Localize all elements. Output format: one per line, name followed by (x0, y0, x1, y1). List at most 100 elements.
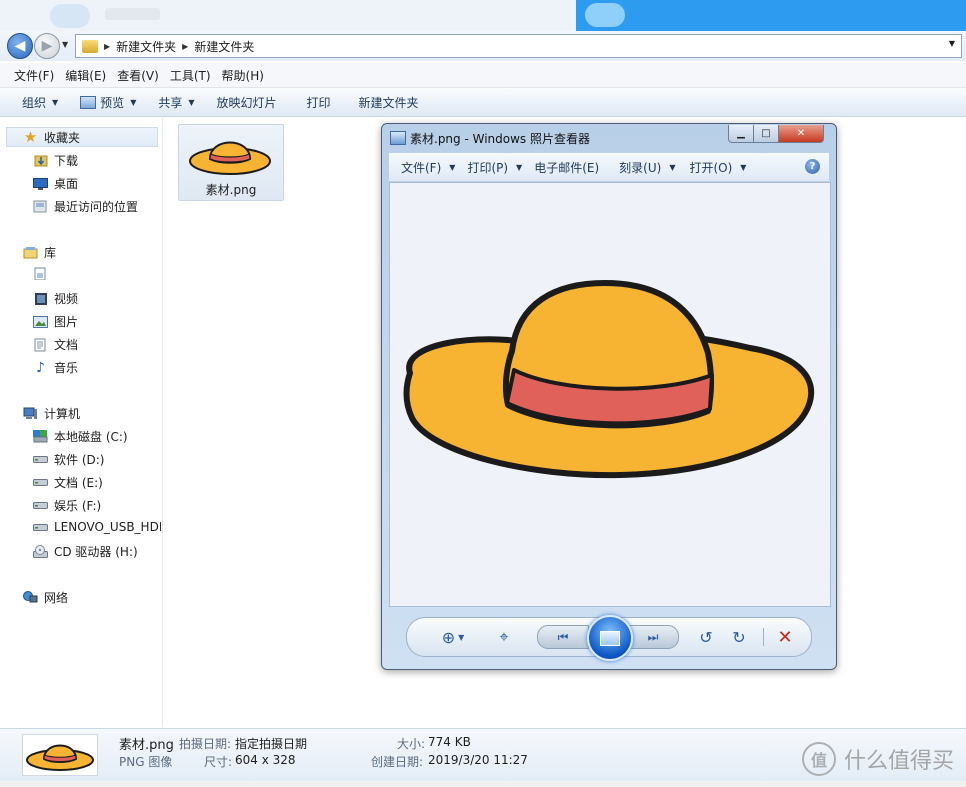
nav-drive-d[interactable]: 软件 (D:) (33, 451, 104, 468)
nav-library-unnamed[interactable] (33, 267, 54, 280)
forward-button[interactable]: ▶ (34, 33, 60, 59)
nav-drive-usb[interactable]: LENOVO_USB_HDD (33, 520, 161, 534)
nav-libraries[interactable]: 库 (23, 244, 56, 261)
dimensions-value: 604 x 328 (235, 753, 296, 767)
created-value: 2019/3/20 11:27 (428, 753, 528, 767)
arrow-left-icon: ◀ (14, 38, 26, 54)
minimize-icon: ▁ (737, 128, 745, 139)
new-folder-button[interactable]: 新建文件夹 (359, 94, 419, 111)
rotate-right-button[interactable]: ↻ (725, 618, 753, 656)
minimize-button[interactable]: ▁ (728, 125, 754, 143)
nav-label: LENOVO_USB_HDD (54, 520, 161, 534)
nav-favorites[interactable]: ★ 收藏夹 (6, 127, 158, 147)
status-bar (0, 781, 966, 787)
chevron-down-icon[interactable]: ▼ (949, 39, 955, 48)
nav-videos[interactable]: 视频 (33, 290, 78, 307)
menu-tools[interactable]: 工具(T) (156, 67, 211, 84)
nav-drive-e[interactable]: 文档 (E:) (33, 474, 103, 491)
desktop-icon (33, 177, 48, 190)
watermark-text: 什么值得买 (843, 749, 954, 774)
preview-button[interactable]: 预览 ▼ (80, 94, 136, 111)
nav-label: 库 (44, 246, 57, 260)
nav-label: 文档 (54, 338, 79, 352)
date-taken-value[interactable]: 指定拍摄日期 (235, 735, 307, 752)
next-button[interactable]: ⏭ (627, 625, 679, 649)
menu-edit[interactable]: 编辑(E) (51, 67, 106, 84)
nav-drive-h[interactable]: CD 驱动器 (H:) (33, 543, 138, 560)
back-button[interactable]: ◀ (7, 33, 33, 59)
nav-drive-c[interactable]: 本地磁盘 (C:) (33, 428, 128, 445)
nav-network[interactable]: 网络 (23, 589, 68, 606)
network-icon (23, 591, 38, 604)
chevron-down-icon: ▼ (449, 162, 456, 172)
viewer-menu-label: 打印(P) (467, 160, 509, 175)
nav-drive-f[interactable]: 娱乐 (F:) (33, 497, 101, 514)
close-icon: ✕ (796, 128, 806, 139)
history-dropdown-icon[interactable]: ▼ (62, 40, 68, 49)
library-icon (23, 246, 38, 259)
actual-size-button[interactable]: ⌖ (489, 618, 519, 656)
zoom-button[interactable]: ⊕ ▼ (433, 618, 473, 656)
rotate-cw-icon: ↻ (732, 627, 746, 647)
nav-downloads[interactable]: 下载 (33, 152, 78, 169)
blurred-icon (585, 3, 625, 27)
previous-button[interactable]: ⏮ (537, 625, 589, 649)
nav-label: 桌面 (54, 177, 79, 191)
music-icon: ♪ (36, 359, 45, 376)
rotate-left-button[interactable]: ↺ (692, 618, 720, 656)
address-bar[interactable]: ▶ 新建文件夹 ▶ 新建文件夹 ▼ (75, 34, 962, 58)
pictures-icon (33, 315, 48, 328)
file-item[interactable]: 素材.png (178, 124, 284, 201)
nav-music[interactable]: ♪ 音乐 (33, 359, 78, 376)
nav-label: 网络 (44, 591, 69, 605)
command-bar: 组织 ▼ 预览 ▼ 共享 ▼ 放映幻灯片 打印 新建文件夹 (0, 88, 966, 117)
recent-places-icon (33, 200, 48, 213)
chevron-down-icon: ▼ (740, 162, 747, 172)
menu-bar: 文件(F) 编辑(E) 查看(V) 工具(T) 帮助(H) (0, 63, 966, 88)
menu-help[interactable]: 帮助(H) (208, 67, 264, 84)
computer-icon (23, 407, 38, 420)
file-name: 素材.png (205, 183, 257, 197)
share-button[interactable]: 共享 ▼ (158, 94, 194, 111)
nav-label: 视频 (54, 292, 79, 306)
next-icon: ⏭ (647, 629, 659, 644)
viewer-menu-label: 刻录(U) (619, 160, 662, 175)
viewer-menu-burn[interactable]: 刻录(U) ▼ (619, 159, 675, 176)
watermark-logo: 值 (801, 742, 836, 776)
zoom-icon: ⊕ (441, 627, 456, 647)
chevron-down-icon: ▼ (516, 162, 523, 172)
viewer-menu-email[interactable]: 电子邮件(E) (534, 159, 599, 176)
maximize-button[interactable]: □ (753, 125, 779, 143)
nav-label: 文档 (E:) (54, 476, 103, 490)
menu-view[interactable]: 查看(V) (103, 67, 159, 84)
organize-button[interactable]: 组织 ▼ (22, 94, 58, 111)
delete-icon: ✕ (777, 626, 793, 648)
nav-pictures[interactable]: 图片 (33, 313, 78, 330)
close-button[interactable]: ✕ (778, 125, 824, 143)
nav-label: 图片 (54, 315, 79, 329)
help-icon[interactable]: ? (805, 159, 820, 174)
nav-label: 娱乐 (F:) (54, 499, 102, 513)
delete-button[interactable]: ✕ (771, 618, 799, 656)
fit-window-icon: ⌖ (499, 627, 509, 646)
breadcrumb-item[interactable]: 新建文件夹 (110, 38, 182, 55)
size-value: 774 KB (428, 735, 471, 749)
viewer-menu-file[interactable]: 文件(F) ▼ (401, 159, 455, 176)
menu-file[interactable]: 文件(F) (0, 67, 54, 84)
viewer-menu-open[interactable]: 打开(O) ▼ (689, 159, 746, 176)
address-row: ◀ ▶ ▼ ▶ 新建文件夹 ▶ 新建文件夹 ▼ (0, 31, 966, 61)
print-button[interactable]: 打印 (307, 94, 331, 111)
image-display[interactable] (389, 182, 831, 607)
nav-desktop[interactable]: 桌面 (33, 175, 78, 192)
breadcrumb-item[interactable]: 新建文件夹 (188, 38, 260, 55)
details-filetype: PNG 图像 (119, 755, 173, 769)
arrow-right-icon: ▶ (41, 38, 53, 54)
nav-documents[interactable]: 文档 (33, 336, 78, 353)
play-slideshow-button[interactable] (587, 615, 633, 661)
video-icon (33, 292, 48, 305)
nav-computer[interactable]: 计算机 (23, 405, 80, 422)
slideshow-button[interactable]: 放映幻灯片 (217, 94, 277, 111)
viewer-menu-print[interactable]: 打印(P) ▼ (467, 159, 522, 176)
nav-recent[interactable]: 最近访问的位置 (33, 198, 138, 215)
drive-icon (33, 453, 48, 466)
